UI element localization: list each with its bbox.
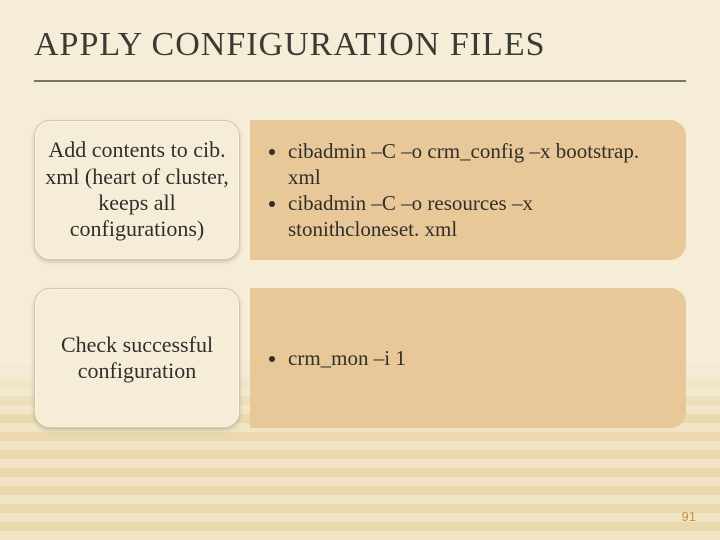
row-body-card: crm_mon –i 1	[250, 288, 686, 428]
bullet-item: crm_mon –i 1	[288, 345, 406, 371]
slide-title: APPLY CONFIGURATION FILES	[34, 26, 686, 64]
row-heading: Add contents to cib. xml (heart of clust…	[45, 137, 229, 243]
row-heading-card: Add contents to cib. xml (heart of clust…	[34, 120, 240, 260]
title-underline	[34, 80, 686, 82]
bullet-list: crm_mon –i 1	[268, 345, 406, 371]
content-rows: Add contents to cib. xml (heart of clust…	[34, 120, 686, 428]
row-heading: Check successful configuration	[45, 332, 229, 385]
row: Check successful configuration crm_mon –…	[34, 288, 686, 428]
bullet-item: cibadmin –C –o crm_config –x bootstrap. …	[288, 138, 668, 191]
row: Add contents to cib. xml (heart of clust…	[34, 120, 686, 260]
row-heading-card: Check successful configuration	[34, 288, 240, 428]
page-number: 91	[682, 509, 696, 524]
slide: APPLY CONFIGURATION FILES Add contents t…	[0, 0, 720, 540]
bullet-item: cibadmin –C –o resources –x stonithclone…	[288, 190, 668, 243]
bullet-list: cibadmin –C –o crm_config –x bootstrap. …	[268, 138, 668, 243]
row-body-card: cibadmin –C –o crm_config –x bootstrap. …	[250, 120, 686, 260]
